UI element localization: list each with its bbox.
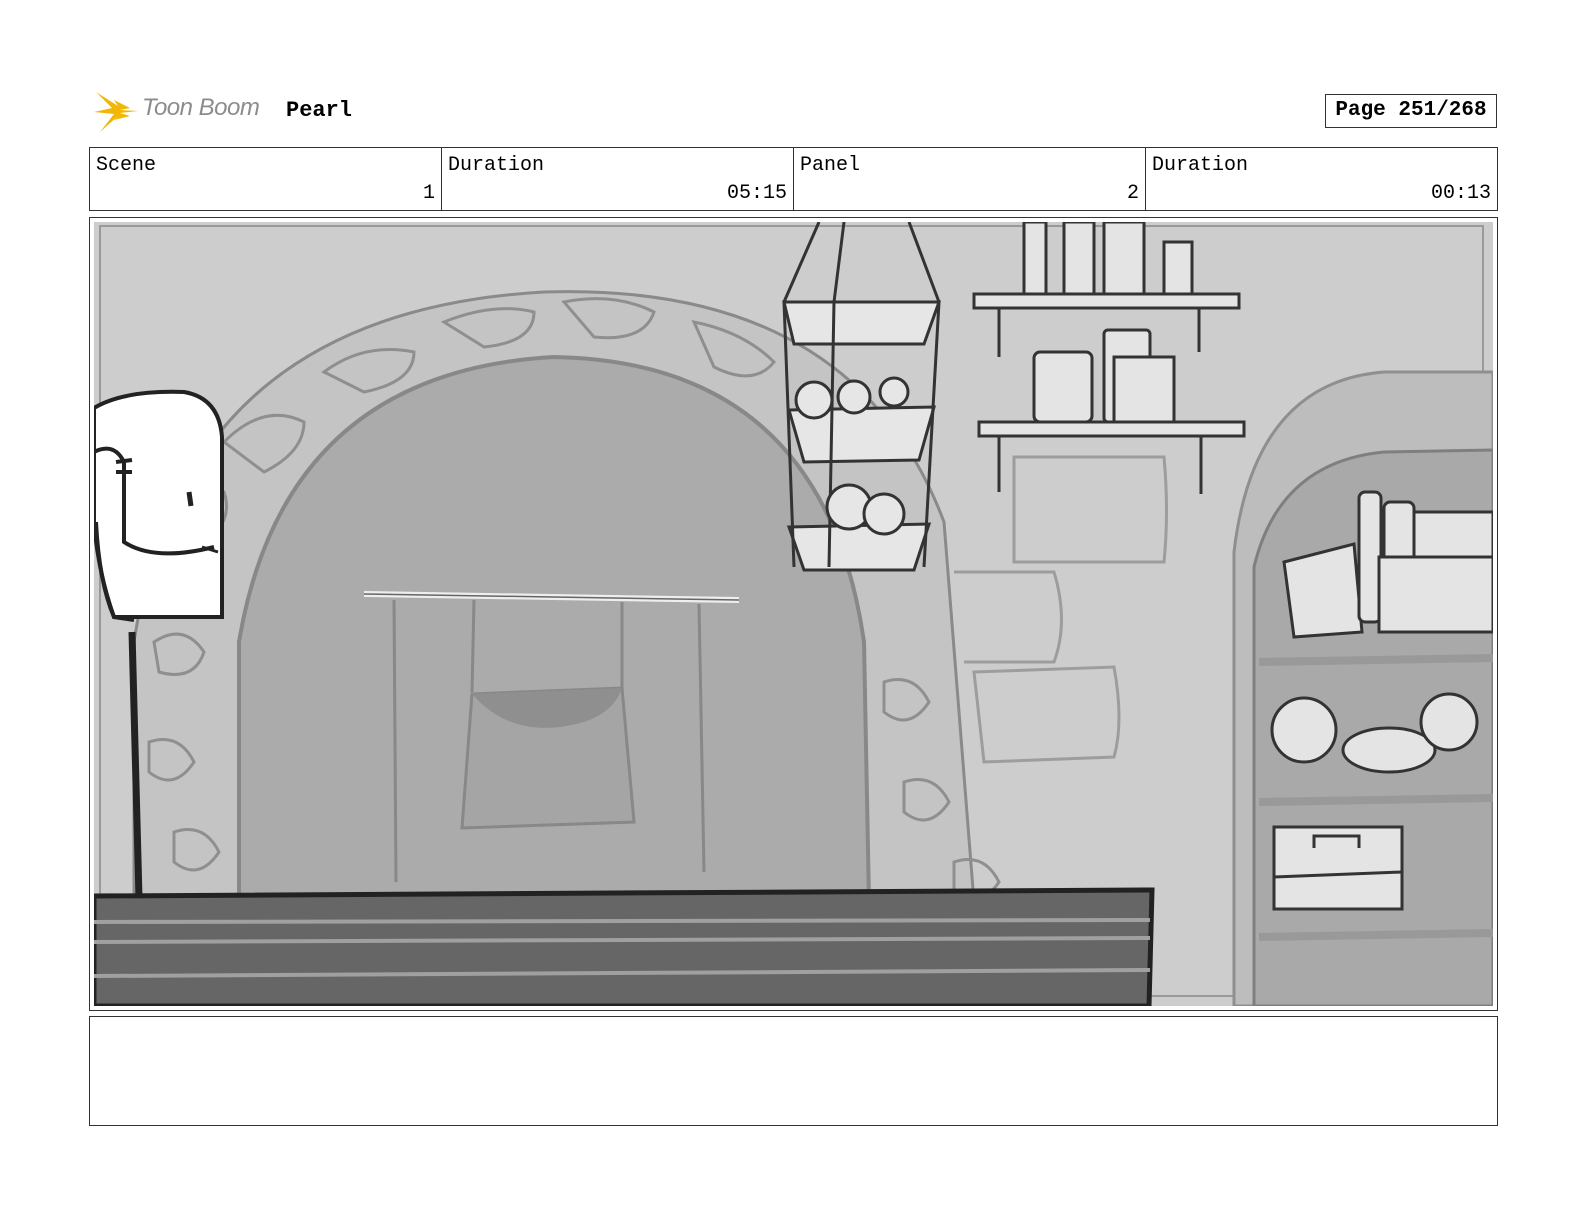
panel-duration-label: Duration xyxy=(1152,154,1249,177)
panel-cell: Panel 2 xyxy=(794,148,1146,210)
scene-value: 1 xyxy=(422,182,435,205)
sketch-illustration xyxy=(94,222,1493,1006)
starburst-icon xyxy=(94,92,138,132)
panel-info-table: Scene 1 Duration 05:15 Panel 2 Duration … xyxy=(89,147,1498,211)
project-title: Pearl xyxy=(286,98,353,123)
scene-duration-cell: Duration 05:15 xyxy=(442,148,794,210)
page-number: Page 251/268 xyxy=(1325,94,1497,128)
panel-duration-value: 00:13 xyxy=(1430,182,1491,205)
scene-duration-label: Duration xyxy=(448,154,545,177)
storyboard-frame xyxy=(89,217,1498,1011)
counter xyxy=(94,887,1155,1006)
panel-label: Panel xyxy=(800,154,861,177)
panel-value: 2 xyxy=(1126,182,1139,205)
scene-label: Scene xyxy=(96,154,157,177)
caption-box xyxy=(89,1016,1498,1126)
panel-duration-cell: Duration 00:13 xyxy=(1146,148,1497,210)
logo-text: Toon Boom xyxy=(142,94,260,121)
scene-duration-value: 05:15 xyxy=(726,182,787,205)
storyboard-drawing xyxy=(94,222,1493,1006)
scene-cell: Scene 1 xyxy=(90,148,442,210)
toon-boom-logo: Toon Boom xyxy=(92,86,272,136)
